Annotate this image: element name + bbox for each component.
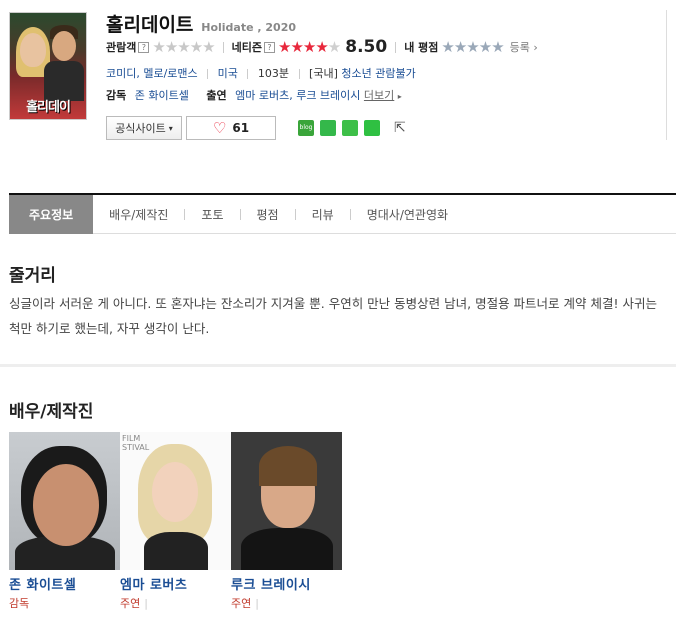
section-divider (0, 364, 676, 367)
runtime: 103분 (257, 67, 290, 80)
help-icon[interactable]: ? (138, 41, 150, 53)
cast-list: 존 화이트셀 감독 FILM STIVAL 엠마 로버츠 주연 | 루크 브레이시… (9, 432, 342, 611)
cast-link[interactable]: 엠마 로버츠, 루크 브레이시 (235, 89, 360, 102)
info-row: 코미디, 멜로/로맨스 미국 103분 [국내] 청소년 관람불가 (106, 65, 416, 81)
netizen-label: 네티즌 (231, 41, 262, 54)
netizen-stars: ★★★★★ (278, 37, 341, 56)
my-rating-stars[interactable]: ★★★★★ (441, 39, 504, 55)
person-photo[interactable] (231, 432, 342, 570)
person-role-label: 주연 (231, 597, 252, 610)
action-row: 공식사이트 ▾ ♡ 61 blog ⇱ (106, 116, 416, 140)
title-row: 홀리데이트 Holidate , 2020 (106, 10, 296, 37)
person-role-label: 감독 (9, 597, 30, 610)
like-count: 61 (232, 121, 250, 135)
triangle-right-icon: ▸ (397, 92, 402, 101)
audience-stars: ★★★★★ (152, 37, 215, 56)
person-card: 루크 브레이시 주연 | (231, 432, 342, 611)
divider (207, 69, 209, 79)
my-rating-label: 내 평점 (404, 41, 439, 54)
audience-label: 관람객 (106, 41, 137, 54)
tab-quotes-related[interactable]: 명대사/연관영화 (351, 195, 464, 234)
netizen-score: 8.50 (345, 37, 388, 57)
share-icons: blog ⇱ (298, 120, 416, 136)
help-icon[interactable]: ? (264, 41, 275, 53)
register-label: 등록 (509, 41, 530, 54)
person-role: 감독 (9, 595, 120, 611)
line-share-icon[interactable] (364, 120, 380, 136)
rating-row: 관람객 ? ★★★★★ 네티즌 ? ★★★★★ 8.50 내 평점 ★★★★★ … (106, 37, 538, 57)
tab-bar: 주요정보 배우/제작진 포토 평점 리뷰 명대사/연관영화 (9, 193, 676, 234)
chevron-right-icon: › (533, 41, 538, 54)
tab-main-info[interactable]: 주요정보 (9, 194, 94, 234)
person-name[interactable]: 루크 브레이시 (231, 574, 342, 593)
person-card: FILM STIVAL 엠마 로버츠 주연 | (120, 432, 231, 611)
director-label: 감독 (106, 89, 127, 102)
caret-down-icon: ▾ (168, 123, 173, 133)
blog-share-icon[interactable]: blog (298, 120, 314, 136)
register-rating-link[interactable]: 등록 › (510, 39, 538, 55)
poster-title: 홀리데이 (26, 100, 71, 115)
tab-ratings[interactable]: 평점 (241, 195, 295, 234)
like-button[interactable]: ♡ 61 (186, 116, 276, 140)
movie-original-title: Holidate , 2020 (201, 21, 297, 34)
divider (247, 69, 249, 79)
person-card: 존 화이트셀 감독 (9, 432, 120, 611)
share-icon[interactable]: ⇱ (394, 120, 410, 136)
cast-label: 출연 (206, 89, 227, 102)
person-role-label: 주연 (120, 597, 141, 610)
genre-link[interactable]: 코미디, 멜로/로맨스 (106, 67, 198, 80)
tab-cast-crew[interactable]: 배우/제작진 (93, 195, 184, 234)
crew-row: 감독 존 화이트셀 출연 엠마 로버츠, 루크 브레이시 더보기 ▸ (106, 87, 402, 103)
photo-backdrop-text: FILM STIVAL (122, 434, 150, 452)
rating-prefix: [국내] (309, 67, 338, 80)
person-photo[interactable]: FILM STIVAL (120, 432, 231, 570)
synopsis-title: 줄거리 (9, 266, 56, 286)
director-link[interactable]: 존 화이트셀 (135, 89, 189, 102)
person-photo[interactable] (9, 432, 120, 570)
person-role: 주연 | (231, 597, 259, 610)
more-link[interactable]: 더보기 (364, 89, 394, 102)
movie-title: 홀리데이트 (106, 14, 194, 36)
person-role: 주연 | (120, 597, 148, 610)
cast-section-title: 배우/제작진 (9, 402, 94, 422)
person-name[interactable]: 존 화이트셀 (9, 574, 120, 593)
age-rating-link[interactable]: 청소년 관람불가 (341, 67, 415, 80)
divider (395, 41, 397, 53)
official-site-button[interactable]: 공식사이트 ▾ (106, 116, 182, 140)
divider (298, 69, 300, 79)
official-site-label: 공식사이트 (115, 122, 166, 135)
divider (666, 10, 667, 140)
heart-icon: ♡ (212, 119, 227, 137)
person-name[interactable]: 엠마 로버츠 (120, 574, 231, 593)
movie-poster[interactable]: 홀리데이 (9, 12, 87, 120)
band-share-icon[interactable] (320, 120, 336, 136)
tab-reviews[interactable]: 리뷰 (296, 195, 350, 234)
story-share-icon[interactable] (342, 120, 358, 136)
divider (222, 41, 224, 53)
tab-photo[interactable]: 포토 (185, 195, 239, 234)
synopsis-text: 싱글이라 서러운 게 아니다. 또 혼자냐는 잔소리가 지겨울 뿐. 우연히 만… (9, 296, 657, 336)
country-link[interactable]: 미국 (218, 67, 238, 80)
